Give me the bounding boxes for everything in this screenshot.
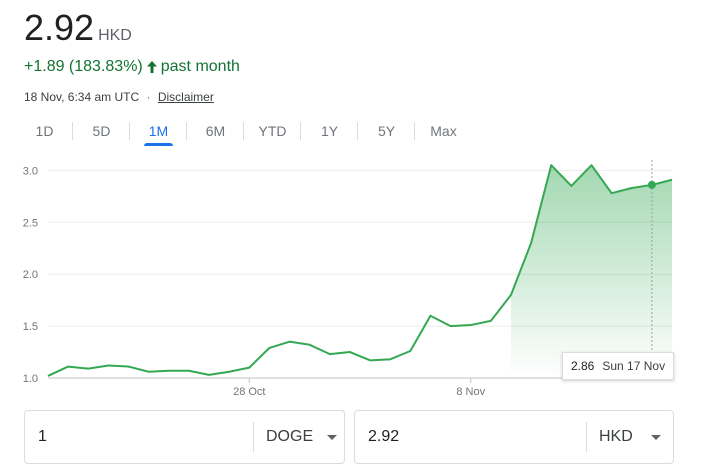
tab-ytd[interactable]: YTD — [244, 116, 301, 146]
data-point — [248, 367, 250, 369]
price-area-fill — [510, 165, 672, 378]
tab-label: 6M — [205, 123, 226, 139]
tooltip-date: Sun 17 Nov — [602, 359, 666, 373]
timestamp: 18 Nov, 6:34 am UTC — [24, 90, 140, 104]
to-currency-label: HKD — [599, 428, 633, 445]
x-tick-label: 8 Nov — [456, 386, 485, 398]
data-point — [67, 366, 69, 368]
tab-label: 5D — [92, 123, 111, 139]
data-point — [470, 324, 472, 326]
data-point — [309, 344, 311, 346]
tab-1m[interactable]: 1M — [130, 116, 187, 146]
y-tick-label: 1.5 — [23, 321, 38, 333]
x-tick-label: 28 Oct — [233, 386, 265, 398]
data-point — [490, 320, 492, 322]
data-point — [570, 185, 572, 187]
data-point — [450, 325, 452, 327]
data-point — [349, 351, 351, 353]
to-converter: 2.92 HKD — [354, 410, 674, 464]
tab-max[interactable]: Max — [415, 116, 472, 146]
from-currency-select[interactable]: DOGE — [254, 428, 344, 446]
y-tick-label: 3.0 — [23, 165, 38, 177]
price-meta: 18 Nov, 6:34 am UTC · Disclaimer — [24, 90, 214, 104]
tab-label: 1Y — [320, 123, 339, 139]
tab-1y[interactable]: 1Y — [301, 116, 358, 146]
data-point — [87, 368, 89, 370]
data-point — [530, 242, 532, 244]
data-point — [107, 365, 109, 367]
current-price: 2.92 — [24, 7, 95, 48]
disclaimer-link[interactable]: Disclaimer — [158, 90, 214, 104]
data-point — [268, 347, 270, 349]
y-tick-label: 2.5 — [23, 217, 38, 229]
y-tick-label: 2.0 — [23, 269, 38, 281]
tab-5y[interactable]: 5Y — [358, 116, 415, 146]
price-change: +1.89 (183.83%) past month — [24, 58, 240, 76]
to-currency-select[interactable]: HKD — [587, 428, 673, 446]
data-point — [369, 359, 371, 361]
data-point — [128, 366, 130, 368]
price-currency: HKD — [98, 27, 132, 44]
data-point — [208, 374, 210, 376]
tooltip-value: 2.86 — [571, 359, 595, 373]
data-point — [188, 370, 190, 372]
tab-label: 5Y — [377, 123, 396, 139]
caret-down-icon — [327, 434, 338, 440]
tab-label: YTD — [258, 123, 287, 139]
data-point — [409, 350, 411, 352]
range-tabs: 1D 5D 1M 6M YTD 1Y 5Y Max — [16, 116, 472, 146]
tab-1d[interactable]: 1D — [16, 116, 73, 146]
data-point — [510, 294, 512, 296]
data-point — [168, 370, 170, 372]
data-point — [329, 353, 331, 355]
tab-label: Max — [430, 123, 457, 139]
highlight-point — [647, 180, 656, 189]
data-point — [289, 341, 291, 343]
to-amount-input[interactable]: 2.92 — [355, 428, 586, 446]
price-header: 2.92 HKD — [24, 8, 132, 48]
data-point — [550, 164, 552, 166]
data-point — [429, 315, 431, 317]
data-point — [611, 192, 613, 194]
data-point — [47, 375, 49, 377]
data-point — [148, 371, 150, 373]
from-amount-input[interactable]: 1 — [25, 428, 253, 446]
change-period: past month — [160, 58, 240, 75]
tab-6m[interactable]: 6M — [187, 116, 244, 146]
change-value: +1.89 (183.83%) — [24, 58, 143, 75]
caret-down-icon — [651, 434, 661, 440]
y-tick-label: 1.0 — [23, 373, 38, 385]
data-point — [631, 187, 633, 189]
from-currency-label: DOGE — [266, 428, 314, 445]
arrow-up-icon — [146, 60, 158, 74]
tab-label: 1D — [35, 123, 54, 139]
data-point — [228, 371, 230, 373]
data-point — [389, 358, 391, 360]
data-point — [590, 164, 592, 166]
tab-label: 1M — [148, 123, 169, 139]
chart-tooltip: 2.86 Sun 17 Nov — [562, 352, 675, 380]
data-point — [671, 179, 673, 181]
tab-5d[interactable]: 5D — [73, 116, 130, 146]
from-converter: 1 DOGE — [24, 410, 345, 464]
meta-separator: · — [146, 90, 151, 104]
